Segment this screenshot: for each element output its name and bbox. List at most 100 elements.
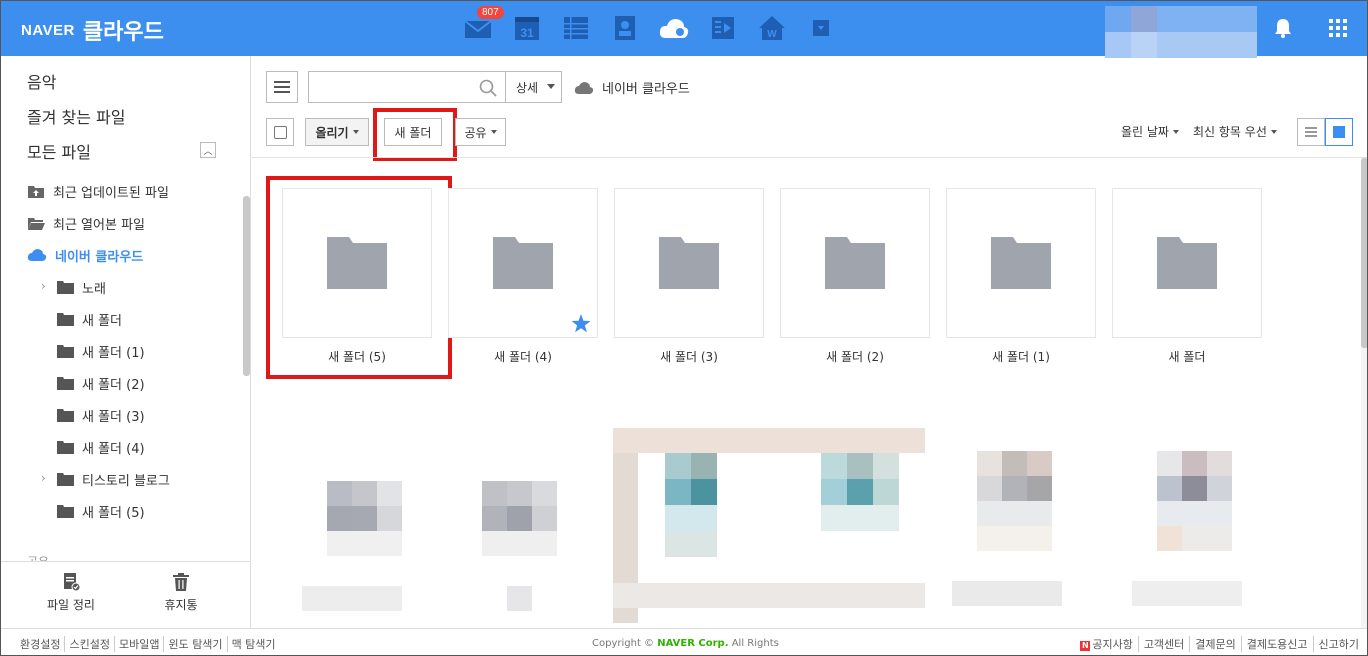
sidebar-folder-item[interactable]: 티스토리 블로그 <box>57 469 170 489</box>
footer-link-payment-fraud[interactable]: 결제도용신고 <box>1242 636 1314 652</box>
sidebar-item-music[interactable]: 음악 <box>27 69 56 93</box>
calendar-app-button[interactable]: 31 <box>510 11 544 45</box>
blurred-file-thumbnail[interactable] <box>1132 451 1242 631</box>
folder-thumbnail[interactable] <box>1112 188 1262 338</box>
folder-name[interactable]: 새 폴더 (1) <box>946 348 1096 365</box>
sidebar-folder-item[interactable]: 새 폴더 (5) <box>57 501 145 521</box>
copyright-brand[interactable]: NAVER Corp. <box>657 638 728 649</box>
main-scrollbar[interactable] <box>1361 158 1367 628</box>
chevron-up-icon: ︿ <box>203 146 213 157</box>
naver-cloud-logo[interactable]: NAVER 클라우드 <box>21 14 164 46</box>
cloud-icon <box>574 81 594 94</box>
trash-label: 휴지통 <box>164 598 198 612</box>
sidebar: 음악 즐겨 찾는 파일 모든 파일 ︿ 최근 업데이트된 파일 최근 열어본 파… <box>1 56 251 628</box>
svg-text:W: W <box>767 29 777 40</box>
search-icon[interactable] <box>479 79 497 97</box>
folder-icon <box>659 237 719 289</box>
folder-thumbnail[interactable] <box>780 188 930 338</box>
footer-link-windows-explorer[interactable]: 윈도 탐색기 <box>164 636 228 652</box>
sort-by-dropdown[interactable]: 올린 날짜 <box>1121 123 1179 140</box>
mail-app-button[interactable]: 807 <box>461 6 504 45</box>
footer-link-mobile-app[interactable]: 모바일앱 <box>115 636 165 652</box>
folder-name[interactable]: 새 폴더 <box>1112 348 1262 365</box>
folder-icon <box>825 237 885 289</box>
collapse-all-files-button[interactable]: ︿ <box>200 142 216 158</box>
blurred-file-thumbnail[interactable] <box>952 451 1062 631</box>
footer-link-report[interactable]: 신고하기 <box>1314 636 1359 652</box>
folder-name[interactable]: 새 폴더 (3) <box>614 348 764 365</box>
folder-thumbnail[interactable] <box>448 188 598 338</box>
home-app-button[interactable]: W <box>755 11 789 45</box>
blurred-file-thumbnail[interactable] <box>302 481 406 611</box>
sidebar-folder-item[interactable]: 새 폴더 (4) <box>57 437 145 457</box>
folder-icon <box>1157 237 1217 289</box>
notification-button[interactable] <box>1273 17 1293 43</box>
share-button[interactable]: 공유 <box>455 118 506 146</box>
blurred-file-thumbnail[interactable] <box>613 428 925 628</box>
folder-card[interactable]: 새 폴더 (3) <box>614 188 764 365</box>
address-book-icon <box>615 16 635 40</box>
sidebar-item-recent-opened[interactable]: 최근 열어본 파일 <box>27 213 145 233</box>
chevron-right-icon[interactable]: › <box>41 279 46 293</box>
folder-thumbnail[interactable] <box>946 188 1096 338</box>
sidebar-folder-item[interactable]: 새 폴더 (1) <box>57 341 145 361</box>
folder-name[interactable]: 새 폴더 (2) <box>780 348 930 365</box>
cloud-app-button[interactable] <box>657 11 691 45</box>
select-all-checkbox[interactable] <box>266 118 294 146</box>
organize-files-button[interactable]: 파일 정리 <box>31 572 111 613</box>
main-scrollbar-thumb[interactable] <box>1361 158 1367 348</box>
sort-order-dropdown[interactable]: 최신 항목 우선 <box>1193 123 1277 140</box>
address-book-app-button[interactable] <box>608 11 642 45</box>
organize-files-label: 파일 정리 <box>47 598 95 612</box>
search-input[interactable] <box>308 71 506 103</box>
folder-icon <box>57 441 74 454</box>
all-services-button[interactable] <box>1329 19 1347 41</box>
footer-link-mac-explorer[interactable]: 맥 탐색기 <box>228 636 280 652</box>
upload-button[interactable]: 올리기 <box>305 118 369 146</box>
footer-link-skin[interactable]: 스킨설정 <box>65 636 115 652</box>
main-content: 상세 네이버 클라우드 올리기 새 폴더 공유 올린 날짜 최신 항목 우선 새… <box>252 56 1367 631</box>
sidebar-folder-item[interactable]: 노래 <box>57 277 106 297</box>
caret-down-icon <box>547 84 555 89</box>
folder-card[interactable]: 새 폴더 (2) <box>780 188 930 365</box>
footer-link-payment-inquiry[interactable]: 결제문의 <box>1190 636 1242 652</box>
cloud-icon <box>659 19 689 38</box>
user-profile-area[interactable] <box>1105 6 1257 58</box>
folder-thumbnail[interactable] <box>614 188 764 338</box>
sidebar-item-favorites[interactable]: 즐겨 찾는 파일 <box>27 104 126 128</box>
folder-name[interactable]: 새 폴더 (4) <box>448 348 598 365</box>
sidebar-item-label: 새 폴더 (2) <box>82 377 145 393</box>
menu-toggle-button[interactable] <box>266 71 298 103</box>
footer-link-customer-center[interactable]: 고객센터 <box>1139 636 1191 652</box>
contacts-list-app-button[interactable] <box>559 11 593 45</box>
sidebar-folder-item[interactable]: 새 폴더 (3) <box>57 405 145 425</box>
caret-down-icon <box>490 130 497 134</box>
star-icon[interactable] <box>571 314 591 333</box>
footer-link-notice[interactable]: N 공지사항 <box>1075 636 1139 652</box>
list-view-button[interactable] <box>1297 118 1325 146</box>
more-apps-button[interactable] <box>804 11 838 45</box>
folder-card[interactable]: 새 폴더 (1) <box>946 188 1096 365</box>
detail-search-label: 상세 <box>516 80 539 95</box>
thumbnail-view-button[interactable] <box>1325 118 1353 146</box>
mail-count-badge: 807 <box>477 6 504 19</box>
new-badge-icon: N <box>1080 641 1091 651</box>
folder-card[interactable]: 새 폴더 <box>1112 188 1262 365</box>
detail-search-dropdown[interactable]: 상세 <box>505 71 562 103</box>
folder-card[interactable]: 새 폴더 (4) <box>448 188 598 365</box>
chevron-right-icon[interactable]: › <box>41 471 46 485</box>
sidebar-item-naver-cloud[interactable]: 네이버 클라우드 <box>27 245 143 265</box>
blurred-file-thumbnail[interactable] <box>457 481 561 611</box>
breadcrumb-current[interactable]: 네이버 클라우드 <box>602 78 690 97</box>
sidebar-folder-item[interactable]: 새 폴더 (2) <box>57 373 145 393</box>
footer-link-settings[interactable]: 환경설정 <box>20 636 66 652</box>
sidebar-item-recent-updated[interactable]: 최근 업데이트된 파일 <box>27 181 169 201</box>
sidebar-item-label: 최근 업데이트된 파일 <box>53 185 169 201</box>
memo-app-button[interactable] <box>706 11 740 45</box>
sidebar-item-all-files[interactable]: 모든 파일 <box>27 139 91 163</box>
footer-left-links: 환경설정 스킨설정 모바일앱 윈도 탐색기 맥 탐색기 <box>20 636 280 652</box>
folder-icon <box>57 377 74 390</box>
sidebar-folder-item[interactable]: 새 폴더 <box>57 309 122 329</box>
trash-button[interactable]: 휴지통 <box>141 572 221 613</box>
sidebar-scrollbar[interactable] <box>243 196 250 376</box>
